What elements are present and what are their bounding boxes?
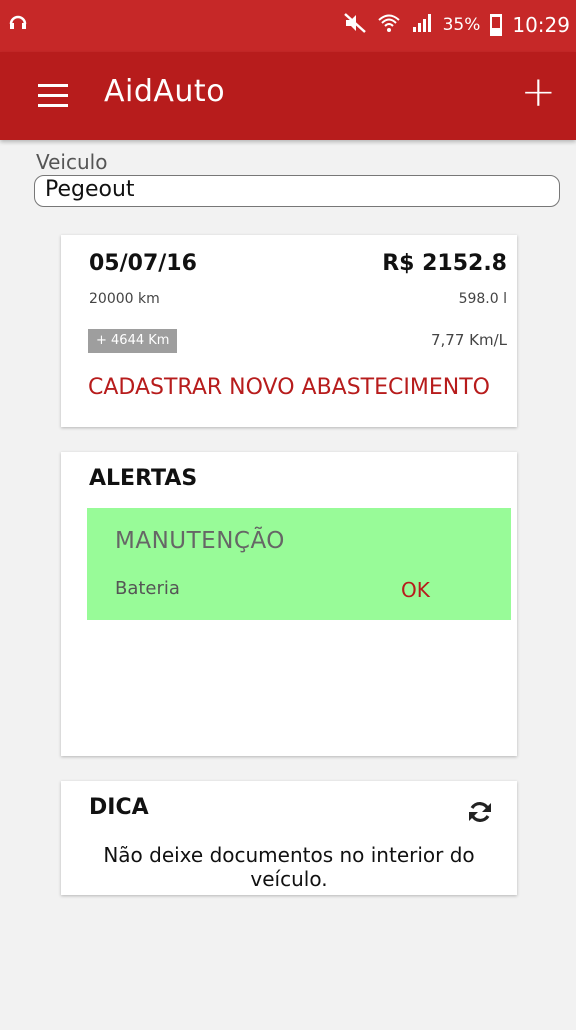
refuel-card: 05/07/16 R$ 2152.8 20000 km 598.0 l + 46… — [61, 235, 517, 427]
new-refuel-button[interactable]: CADASTRAR NOVO ABASTECIMENTO — [61, 375, 517, 400]
clock: 10:29 — [512, 13, 570, 37]
refresh-icon[interactable] — [467, 799, 493, 825]
tip-card: DICA Não deixe documentos no interior do… — [61, 781, 517, 895]
vehicle-select[interactable]: Pegeout — [34, 175, 560, 207]
battery-icon — [490, 14, 503, 36]
refuel-price: R$ 2152.8 — [382, 251, 507, 276]
mute-icon — [343, 12, 367, 39]
alert-ok-button[interactable]: OK — [401, 578, 430, 602]
tip-title: DICA — [89, 795, 149, 820]
wifi-icon — [377, 11, 401, 40]
menu-icon[interactable] — [38, 84, 68, 107]
alerts-title: ALERTAS — [89, 466, 198, 491]
refuel-date: 05/07/16 — [89, 251, 197, 276]
app-bar: AidAuto + — [0, 52, 576, 140]
status-bar: 35% 10:29 — [0, 0, 576, 52]
alert-subject: Bateria — [115, 578, 180, 599]
distance-badge: + 4644 Km — [88, 329, 178, 353]
alert-type: MANUTENÇÃO — [115, 528, 285, 554]
battery-percent: 35% — [442, 15, 481, 35]
tip-text: Não deixe documentos no interior do veíc… — [103, 843, 475, 891]
alerts-card: ALERTAS MANUTENÇÃO Bateria OK — [61, 452, 517, 756]
odometer-value: 20000 km — [89, 291, 160, 307]
app-title: AidAuto — [104, 74, 226, 109]
headset-icon — [9, 15, 27, 29]
vehicle-label: Veiculo — [36, 150, 108, 174]
alert-item: MANUTENÇÃO Bateria OK — [87, 508, 511, 620]
liters-value: 598.0 l — [458, 291, 507, 307]
signal-icon — [411, 12, 433, 39]
add-button[interactable]: + — [521, 68, 556, 116]
efficiency-value: 7,77 Km/L — [430, 331, 507, 349]
